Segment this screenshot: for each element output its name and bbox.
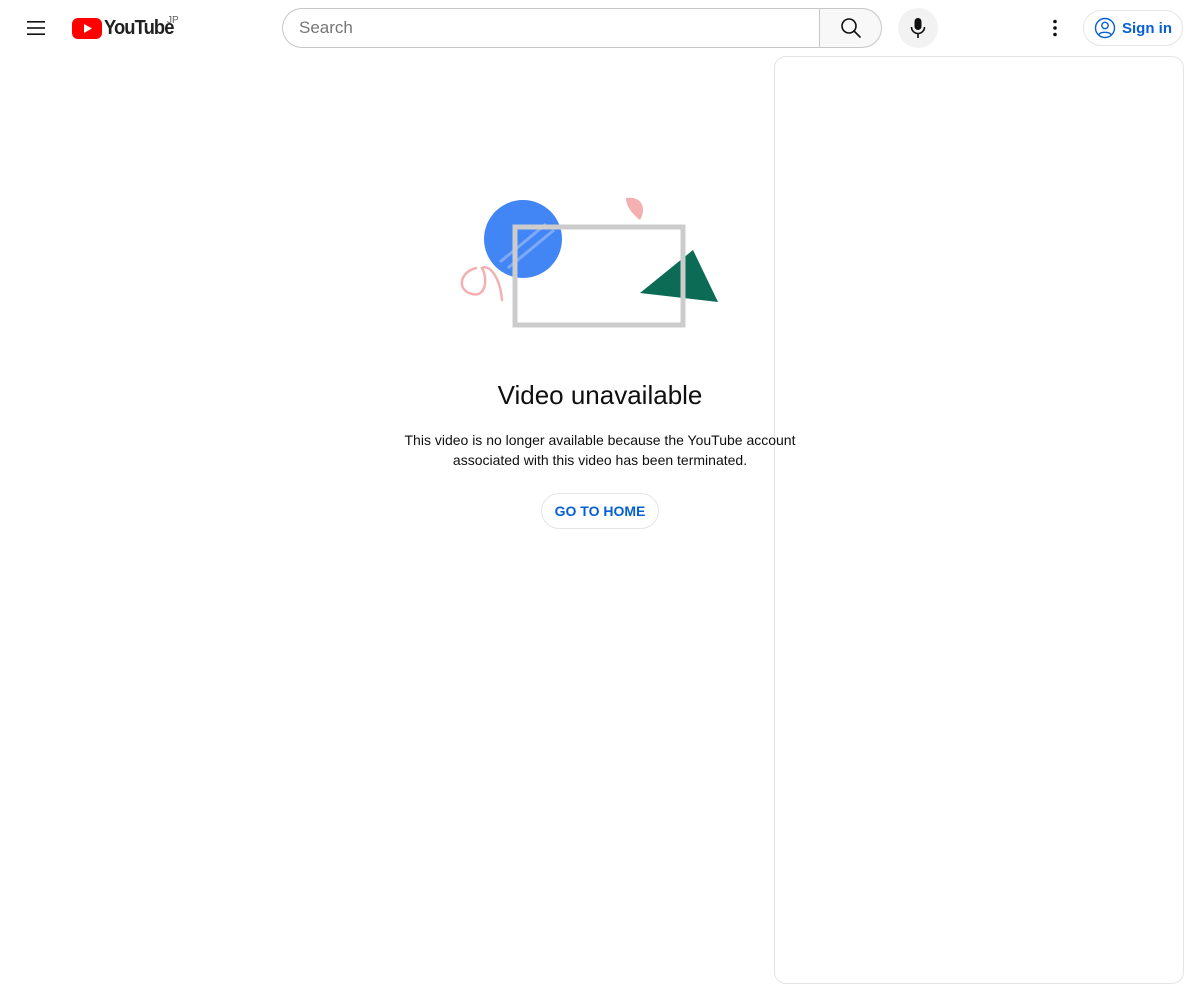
video-unavailable-illustration (460, 197, 718, 328)
guide-menu-button[interactable] (16, 8, 56, 48)
sign-in-label: Sign in (1122, 19, 1172, 37)
search-icon (840, 18, 861, 38)
microphone-icon (910, 18, 926, 38)
country-code: JP (167, 15, 179, 26)
pink-leaf-shape (626, 197, 644, 220)
error-message: This video is no longer available becaus… (404, 432, 796, 468)
search-input[interactable] (282, 8, 819, 48)
secondary-panel (774, 56, 1184, 984)
youtube-play-icon (72, 17, 102, 39)
search-box (282, 8, 882, 48)
voice-search-button[interactable] (898, 8, 938, 48)
go-to-home-button[interactable]: GO TO HOME (541, 493, 659, 529)
more-vertical-icon (1053, 19, 1057, 37)
hamburger-menu-icon (27, 21, 45, 35)
blue-circle-shape (484, 200, 562, 278)
youtube-logo[interactable]: YouTube (72, 17, 180, 39)
settings-more-button[interactable] (1035, 8, 1075, 48)
masthead: YouTube JP Sign in (0, 0, 1200, 56)
error-title: Video unavailable (497, 380, 703, 410)
sign-in-button[interactable]: Sign in (1083, 10, 1183, 46)
account-circle-icon (1094, 17, 1116, 39)
pink-squiggle-shape (460, 266, 504, 302)
search-button[interactable] (819, 8, 882, 48)
green-triangle-shape (640, 250, 718, 302)
logo-wordmark: YouTube (104, 17, 174, 39)
